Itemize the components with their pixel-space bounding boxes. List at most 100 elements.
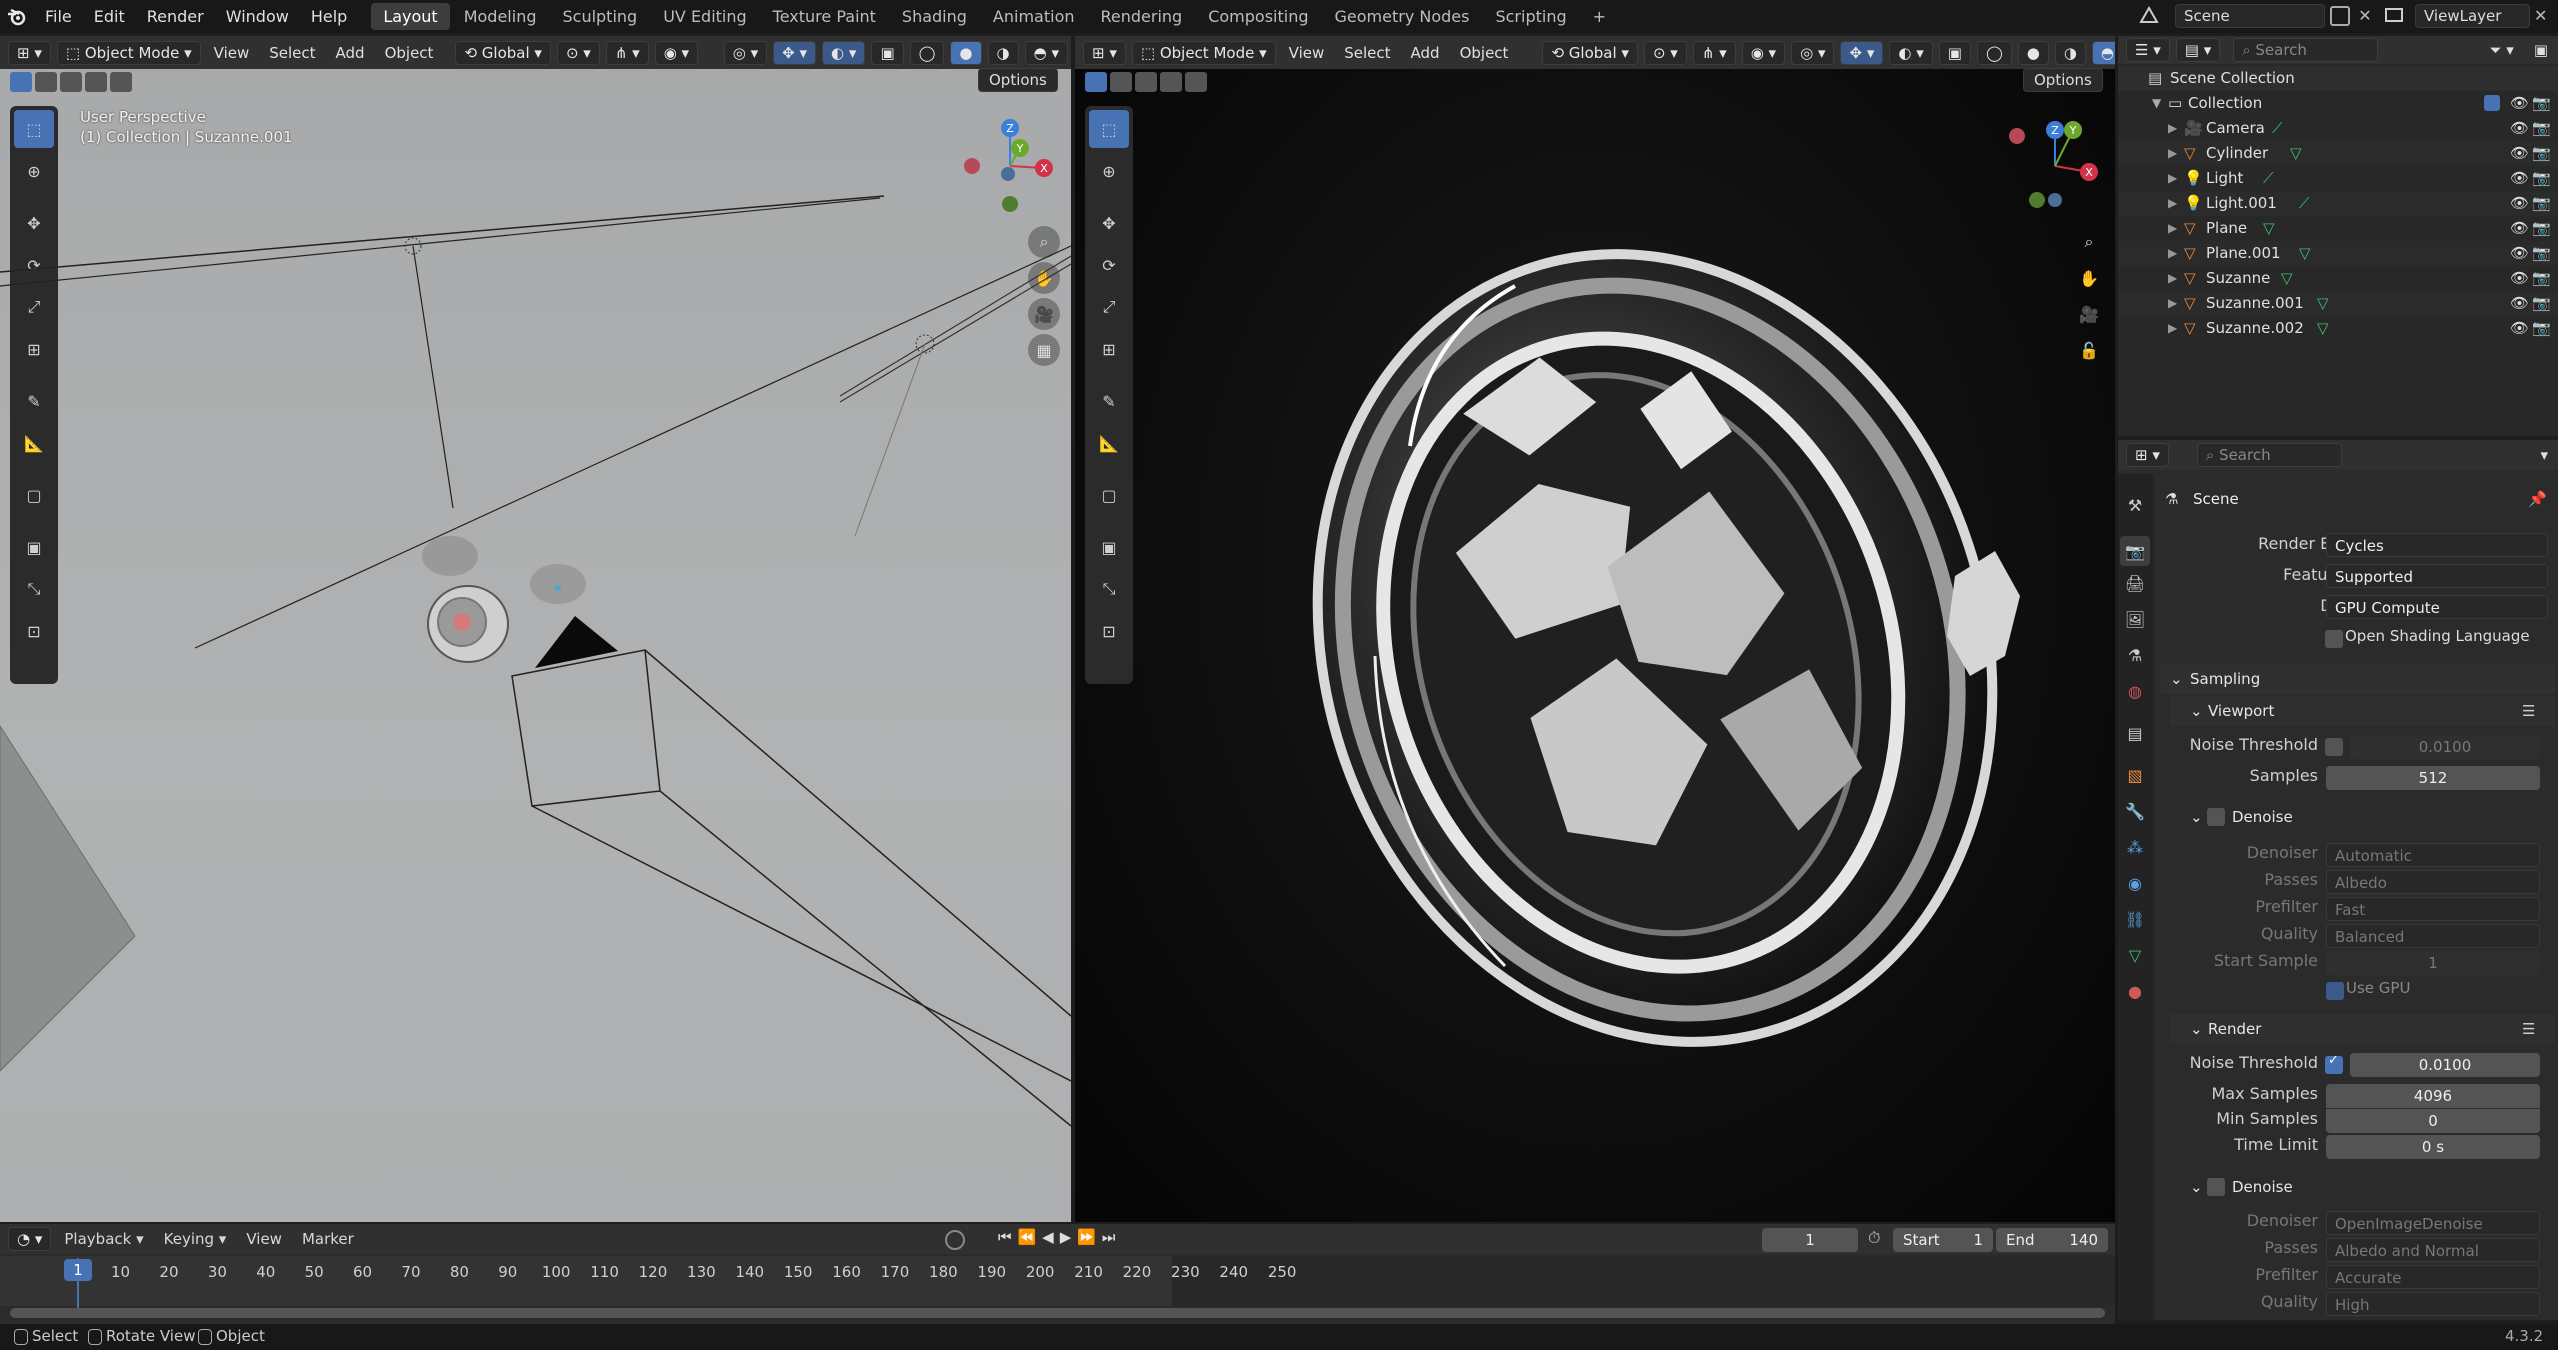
end-frame-field[interactable]: End 140 bbox=[1996, 1228, 2108, 1252]
mesh-data-icon[interactable]: ▽ bbox=[2317, 291, 2329, 316]
mesh-data-icon[interactable]: ▽ bbox=[2263, 216, 2275, 241]
tab-uv-editing[interactable]: UV Editing bbox=[651, 3, 758, 30]
vp-noise-threshold-checkbox[interactable] bbox=[2325, 738, 2343, 756]
collection-visibility-eye-icon[interactable]: 👁 bbox=[2510, 91, 2529, 116]
add-workspace-button[interactable]: + bbox=[1581, 3, 1618, 30]
close-view-layer-icon[interactable]: ✕ bbox=[2534, 6, 2554, 26]
outliner-search-input[interactable]: ⌕ Search bbox=[2233, 38, 2379, 62]
blender-logo-icon[interactable] bbox=[0, 0, 34, 33]
particles-tab-icon[interactable]: ⁂ bbox=[2120, 832, 2150, 862]
properties-search-input[interactable]: ⌕ Search bbox=[2196, 443, 2342, 467]
render-tab-icon[interactable]: 📷 bbox=[2120, 536, 2150, 566]
view-layer-tab-icon[interactable]: 🖼 bbox=[2120, 604, 2150, 634]
mesh-data-icon[interactable]: ▽ bbox=[2317, 316, 2329, 341]
tab-rendering[interactable]: Rendering bbox=[1089, 3, 1195, 30]
viewport-rendered[interactable]: ⊞ ▾ ⬚ Object Mode ▾ View Select Add Obje… bbox=[1075, 36, 2115, 1222]
render-presets-icon[interactable]: ☰ bbox=[2522, 1014, 2535, 1044]
close-scene-icon[interactable]: ✕ bbox=[2355, 6, 2375, 26]
vp-samples-field[interactable]: 512 bbox=[2326, 766, 2540, 790]
visibility-eye-icon[interactable]: 👁 bbox=[2510, 116, 2529, 141]
render-camera-icon[interactable]: 📷 bbox=[2532, 141, 2551, 166]
menu-render[interactable]: Render bbox=[136, 0, 215, 33]
vp-quality-dropdown[interactable]: Balanced bbox=[2326, 924, 2540, 948]
camera-data-icon[interactable]: ⟋ bbox=[2272, 116, 2283, 141]
constraints-tab-icon[interactable]: ⛓ bbox=[2120, 904, 2150, 934]
r-denoiser-dropdown[interactable]: OpenImageDenoise bbox=[2326, 1211, 2540, 1235]
render-camera-icon[interactable]: 📷 bbox=[2532, 116, 2551, 141]
render-camera-icon[interactable]: 📷 bbox=[2532, 291, 2551, 316]
r-time-limit-field[interactable]: 0 s bbox=[2326, 1135, 2540, 1159]
visibility-eye-icon[interactable]: 👁 bbox=[2510, 266, 2529, 291]
tab-compositing[interactable]: Compositing bbox=[1196, 3, 1320, 30]
mesh-data-icon[interactable]: ▽ bbox=[2299, 241, 2311, 266]
timeline-scrollbar[interactable] bbox=[10, 1308, 2105, 1318]
render-camera-icon[interactable]: 📷 bbox=[2532, 166, 2551, 191]
modifier-tab-icon[interactable]: 🔧 bbox=[2120, 796, 2150, 826]
preview-range-icon[interactable]: ⏱ bbox=[1868, 1228, 1880, 1248]
r-min-samples-field[interactable]: 0 bbox=[2326, 1109, 2540, 1133]
menu-window[interactable]: Window bbox=[215, 0, 300, 33]
mesh-data-icon[interactable]: ▽ bbox=[2290, 141, 2302, 166]
tab-texture-paint[interactable]: Texture Paint bbox=[761, 3, 888, 30]
outliner-filter-icon[interactable]: ⏷ ▾ bbox=[2480, 41, 2524, 59]
outliner-row-light-001[interactable]: ▶ 💡 Light.001 ⟋ 👁 📷 bbox=[2118, 191, 2558, 216]
expand-arrow-icon[interactable]: ▶ bbox=[2168, 191, 2177, 216]
viewport-solid[interactable]: ⊞ ▾ ⬚ Object Mode ▾ View Select Add Obje… bbox=[0, 36, 1071, 1222]
visibility-eye-icon[interactable]: 👁 bbox=[2510, 141, 2529, 166]
outliner-row-suzanne[interactable]: ▶ ▽ Suzanne ▽ 👁 📷 bbox=[2118, 266, 2558, 291]
visibility-eye-icon[interactable]: 👁 bbox=[2510, 166, 2529, 191]
scene-tab-icon[interactable]: ⚗ bbox=[2120, 640, 2150, 670]
properties-editor-type-dropdown[interactable]: ⊞ ▾ bbox=[2126, 443, 2169, 467]
timeline-menu-view[interactable]: View bbox=[236, 1230, 292, 1248]
outliner-row-plane[interactable]: ▶ ▽ Plane ▽ 👁 📷 bbox=[2118, 216, 2558, 241]
r-noise-threshold-field[interactable]: 0.0100 bbox=[2350, 1053, 2540, 1077]
expand-arrow-icon[interactable]: ▶ bbox=[2168, 141, 2177, 166]
outliner-display-mode-dropdown[interactable]: ▤ ▾ bbox=[2175, 38, 2221, 62]
viewport-presets-icon[interactable]: ☰ bbox=[2522, 696, 2535, 726]
tool-tab-icon[interactable]: ⚒ bbox=[2120, 490, 2150, 520]
timeline-menu-playback[interactable]: Playback ▾ bbox=[54, 1230, 153, 1248]
playback-controls[interactable]: ⏮⏪◀▶⏩⏭ bbox=[998, 1228, 1121, 1246]
outliner-row-scene-collection[interactable]: ▤ Scene Collection bbox=[2118, 66, 2558, 91]
visibility-eye-icon[interactable]: 👁 bbox=[2510, 316, 2529, 341]
scene-selector[interactable]: Scene bbox=[2175, 4, 2325, 28]
render-camera-icon[interactable]: 📷 bbox=[2532, 241, 2551, 266]
r-quality-dropdown[interactable]: High bbox=[2326, 1292, 2540, 1316]
vp-denoise-checkbox[interactable] bbox=[2207, 808, 2225, 826]
tab-scripting[interactable]: Scripting bbox=[1483, 3, 1578, 30]
material-tab-icon[interactable]: ● bbox=[2120, 976, 2150, 1006]
tab-shading[interactable]: Shading bbox=[890, 3, 979, 30]
expand-arrow-icon[interactable]: ▶ bbox=[2168, 291, 2177, 316]
mesh-data-icon[interactable]: ▽ bbox=[2281, 266, 2293, 291]
menu-file[interactable]: File bbox=[34, 0, 83, 33]
visibility-eye-icon[interactable]: 👁 bbox=[2510, 191, 2529, 216]
tab-animation[interactable]: Animation bbox=[981, 3, 1087, 30]
outliner-row-suzanne-001[interactable]: ▶ ▽ Suzanne.001 ▽ 👁 📷 bbox=[2118, 291, 2558, 316]
osl-checkbox[interactable] bbox=[2325, 630, 2343, 648]
r-passes-dropdown[interactable]: Albedo and Normal bbox=[2326, 1238, 2540, 1262]
expand-arrow-icon[interactable]: ▶ bbox=[2168, 241, 2177, 266]
collection-tab-icon[interactable]: ▤ bbox=[2120, 718, 2150, 748]
outliner-row-light[interactable]: ▶ 💡 Light ⟋ 👁 📷 bbox=[2118, 166, 2558, 191]
device-dropdown[interactable]: GPU Compute bbox=[2326, 595, 2548, 619]
render-camera-icon[interactable]: 📷 bbox=[2532, 266, 2551, 291]
outliner-row-suzanne-002[interactable]: ▶ ▽ Suzanne.002 ▽ 👁 📷 bbox=[2118, 316, 2558, 341]
tab-modeling[interactable]: Modeling bbox=[452, 3, 549, 30]
collection-exclude-checkbox[interactable] bbox=[2484, 95, 2500, 111]
object-tab-icon[interactable]: ▧ bbox=[2120, 760, 2150, 790]
auto-keying-icon[interactable] bbox=[945, 1230, 965, 1250]
menu-help[interactable]: Help bbox=[300, 0, 358, 33]
new-scene-icon[interactable] bbox=[2330, 6, 2350, 26]
start-frame-field[interactable]: Start 1 bbox=[1893, 1228, 1993, 1252]
tab-layout[interactable]: Layout bbox=[371, 3, 450, 30]
physics-tab-icon[interactable]: ◉ bbox=[2120, 868, 2150, 898]
render-camera-icon[interactable]: 📷 bbox=[2532, 316, 2551, 341]
render-camera-icon[interactable]: 📷 bbox=[2532, 216, 2551, 241]
vp-passes-dropdown[interactable]: Albedo bbox=[2326, 870, 2540, 894]
output-tab-icon[interactable]: 🖨 bbox=[2120, 568, 2150, 598]
current-frame-field[interactable]: 1 bbox=[1762, 1228, 1858, 1252]
use-gpu-checkbox[interactable] bbox=[2326, 982, 2344, 1000]
visibility-eye-icon[interactable]: 👁 bbox=[2510, 216, 2529, 241]
light-data-icon[interactable]: ⟋ bbox=[2299, 191, 2310, 216]
timeline-menu-keying[interactable]: Keying ▾ bbox=[154, 1230, 237, 1248]
